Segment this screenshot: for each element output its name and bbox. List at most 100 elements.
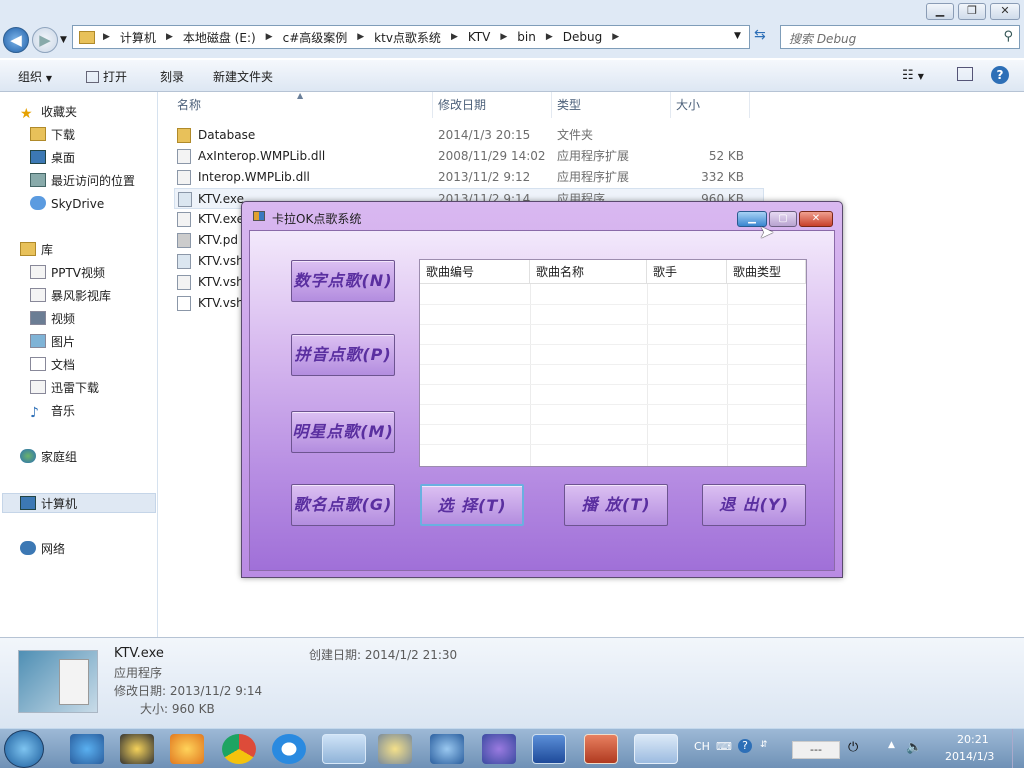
breadcrumb[interactable]: 本地磁盘 (E:) [183,29,256,46]
close-button[interactable]: ✕ [799,211,833,227]
grid-column-divider [727,284,728,466]
help-icon[interactable]: ? [991,66,1009,84]
gift-icon[interactable] [170,734,204,764]
refresh-icon[interactable]: ⇆ [754,27,766,43]
power-plug-icon[interactable]: ⏻ [848,740,858,755]
address-bar[interactable]: ▶ 计算机 ▶ 本地磁盘 (E:) ▶ c#高级案例 ▶ ktv点歌系统 ▶ K… [72,25,750,49]
select-button[interactable]: 选 择(T) [420,484,524,526]
show-hidden-icons[interactable]: ▲ [888,740,895,750]
maximize-button[interactable]: ❐ [958,3,986,20]
column-header-date[interactable]: 修改日期 [434,92,552,118]
search-icon[interactable]: ⚲ [1003,29,1013,44]
organize-button[interactable]: 组织 ▼ [18,68,52,85]
search-input[interactable]: 搜索 Debug ⚲ [780,25,1020,49]
minimize-button[interactable]: ▁ [926,3,954,20]
pinyin-search-button[interactable]: 拼音点歌(P) [291,334,395,376]
sidebar-item-pptv[interactable]: PPTV视频 [30,263,105,283]
sidebar-item-label: PPTV视频 [51,266,106,280]
breadcrumb[interactable]: c#高级案例 [283,29,348,46]
clock-time[interactable]: 20:21 [957,733,989,746]
play-button[interactable]: 播 放(T) [564,484,668,526]
breadcrumb[interactable]: ktv点歌系统 [374,29,441,46]
star-search-button[interactable]: 明星点歌(M) [291,411,395,453]
keyboard-icon[interactable]: ⌨ [716,740,732,753]
preview-pane-icon[interactable] [957,67,973,81]
view-options-icon[interactable]: ☷ ▼ [902,68,924,83]
sidebar-item-storm[interactable]: 暴风影视库 [30,286,111,306]
ktv-app-icon[interactable] [634,734,678,764]
list-item[interactable]: AxInterop.WMPLib.dll 2008/11/29 14:02 应用… [174,146,764,167]
grid-row-line [420,344,806,345]
burn-button[interactable]: 刻录 [160,68,184,85]
sidebar-item-recent[interactable]: 最近访问的位置 [30,171,135,191]
new-folder-button[interactable]: 新建文件夹 [213,68,273,85]
infinity-icon[interactable] [482,734,516,764]
sidebar-item-video[interactable]: 视频 [30,309,75,329]
recent-pages-icon[interactable]: ▼ [60,35,67,45]
sidebar-item-label: 桌面 [51,151,76,165]
file-name: KTV.vsh [198,254,244,268]
breadcrumb[interactable]: KTV [468,30,490,44]
powerpoint-icon[interactable] [584,734,618,764]
grid-header-singer[interactable]: 歌手 [647,260,727,284]
word-icon[interactable] [532,734,566,764]
song-grid[interactable]: 歌曲编号 歌曲名称 歌手 歌曲类型 [419,259,807,467]
sidebar-item-network[interactable]: 网络 [20,539,65,559]
sidebar-item-computer[interactable]: 计算机 [2,493,156,513]
sidebar-item-favorites[interactable]: ★ 收藏夹 [20,102,77,122]
close-button[interactable]: ✕ [990,3,1020,20]
sidebar-item-skydrive[interactable]: SkyDrive [30,194,104,214]
app-bird-icon[interactable] [70,734,104,764]
back-button[interactable]: ◀ [3,27,29,53]
sidebar-item-library[interactable]: 库 [20,240,53,260]
volume-icon[interactable]: 🔈 [906,740,922,755]
column-header-size[interactable]: 大小 [672,92,750,118]
forward-button[interactable]: ▶ [32,27,58,53]
breadcrumb[interactable]: bin [517,30,536,44]
sidebar-item-music[interactable]: ♪ 音乐 [30,401,75,421]
language-indicator[interactable]: CH [694,740,710,753]
sidebar-item-desktop[interactable]: 桌面 [30,148,75,168]
folder-icon [177,128,191,143]
ie-icon[interactable] [272,734,306,764]
number-search-button[interactable]: 数字点歌(N) [291,260,395,302]
grid-header-song-id[interactable]: 歌曲编号 [420,260,530,284]
ime-box[interactable]: --- [792,741,840,759]
qq-icon[interactable] [120,734,154,764]
sidebar-item-label: 图片 [51,335,76,349]
dialog-title-bar[interactable]: 卡拉OK点歌系统 ▁ ▢ ✕ [242,202,842,230]
chrome-icon[interactable] [222,734,256,764]
grid-row-line [420,324,806,325]
exit-button[interactable]: 退 出(Y) [702,484,806,526]
grid-header-song-type[interactable]: 歌曲类型 [727,260,806,284]
column-header-name[interactable]: 名称 ▲ [173,91,433,118]
list-item[interactable]: Database 2014/1/3 20:15 文件夹 [174,125,764,146]
clock-date[interactable]: 2014/1/3 [945,750,994,763]
options-icon[interactable]: ⇵ [760,740,768,750]
file-type: 应用程序扩展 [557,149,630,163]
list-item[interactable]: Interop.WMPLib.dll 2013/11/2 9:12 应用程序扩展… [174,167,764,188]
help-icon[interactable]: ? [738,739,752,753]
sidebar-item-pictures[interactable]: 图片 [30,332,75,352]
breadcrumb[interactable]: 计算机 [120,29,156,46]
show-desktop-button[interactable] [1012,729,1024,768]
sidebar-item-homegroup[interactable]: 家庭组 [20,447,77,467]
explorer-icon[interactable] [322,734,366,764]
sidebar-item-xunlei[interactable]: 迅雷下载 [30,378,99,398]
title-search-button[interactable]: 歌名点歌(G) [291,484,395,526]
search-placeholder: 搜索 Debug [789,32,857,46]
desktop-icon [30,150,46,164]
address-dropdown-icon[interactable]: ▼ [734,31,741,41]
tools-icon[interactable] [378,734,412,764]
app-icon [253,211,265,221]
sidebar-item-docs[interactable]: 文档 [30,355,75,375]
column-header-type[interactable]: 类型 [553,92,671,118]
app-icon [86,71,99,83]
open-button[interactable]: 打开 [86,68,127,85]
start-button[interactable] [4,730,44,768]
open-label: 打开 [103,70,128,84]
grid-header-song-name[interactable]: 歌曲名称 [530,260,647,284]
breadcrumb[interactable]: Debug [563,30,602,44]
sidebar-item-downloads[interactable]: 下载 [30,125,75,145]
visual-studio-icon[interactable] [430,734,464,764]
